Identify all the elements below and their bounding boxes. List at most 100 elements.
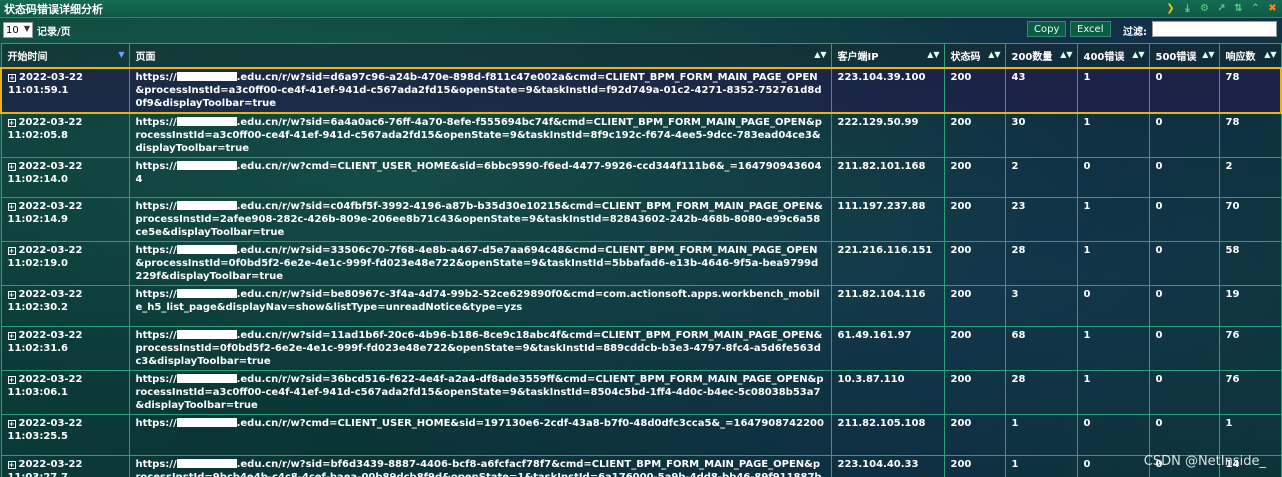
sort-icon: ▲▼ bbox=[1060, 50, 1073, 59]
redacted-host bbox=[176, 245, 237, 255]
expand-icon[interactable]: + bbox=[7, 118, 16, 127]
cell-page-url: https://.edu.cn/r/w?cmd=CLIENT_USER_HOME… bbox=[128, 156, 832, 199]
table-row[interactable]: +2022-03-22 11:02:14.9 https://.edu.cn/r/w… bbox=[0, 197, 1282, 243]
line-chart-icon[interactable]: ↗ bbox=[1216, 2, 1227, 14]
cell-status-code: 200 bbox=[943, 285, 1006, 327]
cell-response-count: 76 bbox=[1218, 325, 1282, 371]
table-row[interactable]: +2022-03-22 11:02:19.0 https://.edu.cn/r/w… bbox=[0, 241, 1282, 287]
cell-status-code: 200 bbox=[943, 369, 1006, 415]
excel-button[interactable]: Excel bbox=[1070, 21, 1111, 37]
collapse-icon[interactable]: ⌃ bbox=[1250, 2, 1261, 14]
redacted-host bbox=[176, 71, 237, 81]
cell-500-errors: 0 bbox=[1148, 325, 1220, 371]
expand-icon[interactable]: + bbox=[7, 460, 16, 469]
cell-500-errors: 0 bbox=[1148, 197, 1220, 243]
cell-start-time: +2022-03-22 11:02:31.6 bbox=[0, 325, 130, 371]
cell-status-code: 200 bbox=[943, 112, 1006, 158]
expand-icon[interactable]: + bbox=[7, 331, 16, 340]
cell-start-time: +2022-03-22 11:02:14.0 bbox=[0, 156, 130, 199]
page-size-value: 10 bbox=[6, 24, 19, 36]
cell-start-time: +2022-03-22 11:02:05.8 bbox=[0, 112, 130, 158]
cell-start-time: +2022-03-22 11:02:19.0 bbox=[0, 241, 130, 287]
column-header-page[interactable]: 页面 ▲▼ bbox=[128, 43, 832, 68]
watermark: CSDN @NetInside_ bbox=[1143, 454, 1266, 469]
table-row[interactable]: +2022-03-22 11:03:25.5 https://.edu.cn/r/w… bbox=[0, 413, 1282, 456]
cell-200-count: 28 bbox=[1004, 241, 1078, 287]
table-row[interactable]: +2022-03-22 11:02:05.8 https://.edu.cn/r/w… bbox=[0, 112, 1282, 158]
settings-icon[interactable]: ⚙ bbox=[1199, 2, 1210, 14]
chevron-right-icon[interactable]: ❯ bbox=[1165, 2, 1176, 14]
cell-client-ip: 10.3.87.110 bbox=[830, 369, 945, 415]
expand-icon[interactable]: + bbox=[7, 419, 16, 428]
table-row[interactable]: +2022-03-22 11:03:06.1 https://.edu.cn/r/w… bbox=[0, 369, 1282, 415]
panel-tools: ❯ ⤓ ⚙ ↗ ⇅ ⌃ ✖ bbox=[1165, 2, 1278, 14]
filter-input[interactable] bbox=[1152, 21, 1277, 37]
sort-icon: ▲▼ bbox=[1132, 50, 1145, 59]
redacted-host bbox=[176, 329, 237, 339]
column-header-200-count[interactable]: 200数量 ▲▼ bbox=[1004, 43, 1078, 68]
cell-status-code: 200 bbox=[943, 197, 1006, 243]
cell-500-errors: 0 bbox=[1148, 285, 1220, 327]
cell-client-ip: 211.82.101.168 bbox=[830, 156, 945, 199]
cell-400-errors: 1 bbox=[1076, 112, 1150, 158]
filter-label: 过滤: bbox=[1123, 27, 1147, 38]
page-size-label: 记录/页 bbox=[37, 26, 71, 38]
cell-client-ip: 211.82.105.108 bbox=[830, 413, 945, 456]
cell-200-count: 30 bbox=[1004, 112, 1078, 158]
cell-400-errors: 1 bbox=[1076, 369, 1150, 415]
cell-response-count: 19 bbox=[1218, 285, 1282, 327]
table-row[interactable]: +2022-03-2211:03:27.7https://.edu.cn/r/w… bbox=[0, 454, 1282, 477]
cell-client-ip: 223.104.39.100 bbox=[830, 66, 945, 114]
expand-icon[interactable]: + bbox=[7, 203, 16, 212]
cell-page-url: https://.edu.cn/r/w?sid=33506c70-7f68-4e… bbox=[128, 241, 832, 287]
cell-response-count: 76 bbox=[1218, 369, 1282, 415]
close-icon[interactable]: ✖ bbox=[1267, 2, 1278, 14]
column-header-start-time[interactable]: 开始时间 ▼ bbox=[0, 43, 130, 68]
cell-start-time: +2022-03-22 11:03:06.1 bbox=[0, 369, 130, 415]
expand-icon[interactable]: + bbox=[7, 247, 16, 256]
sort-icon: ▲▼ bbox=[814, 50, 827, 59]
column-header-response-count[interactable]: 响应数 ▲▼ bbox=[1218, 43, 1282, 68]
table-body: +2022-03-22 11:01:59.1 https://.edu.cn/r/w… bbox=[0, 66, 1282, 477]
column-header-500-errors[interactable]: 500错误 ▲▼ bbox=[1148, 43, 1220, 68]
cell-200-count: 1 bbox=[1004, 454, 1078, 477]
expand-icon[interactable]: + bbox=[7, 375, 16, 384]
redacted-host bbox=[176, 160, 237, 170]
redacted-host bbox=[176, 417, 237, 427]
expand-icon[interactable]: + bbox=[7, 291, 16, 300]
table-row[interactable]: +2022-03-22 11:01:59.1 https://.edu.cn/r/w… bbox=[0, 66, 1282, 114]
table-row[interactable]: +2022-03-22 11:02:30.2 https://.edu.cn/r/w… bbox=[0, 285, 1282, 327]
column-header-client-ip[interactable]: 客户端IP ▲▼ bbox=[830, 43, 945, 68]
copy-button[interactable]: Copy bbox=[1027, 21, 1067, 37]
table-row[interactable]: +2022-03-22 11:02:31.6 https://.edu.cn/r/w… bbox=[0, 325, 1282, 371]
sort-icon[interactable]: ⇅ bbox=[1233, 2, 1244, 14]
cell-200-count: 1 bbox=[1004, 413, 1078, 456]
panel-title: 状态码错误详细分析 bbox=[4, 2, 103, 16]
cell-page-url: https://.edu.cn/r/w?sid=d6a97c96-a24b-47… bbox=[128, 66, 832, 114]
cell-client-ip: 222.129.50.99 bbox=[830, 112, 945, 158]
cell-response-count: 2 bbox=[1218, 156, 1282, 199]
sort-icon: ▲▼ bbox=[988, 50, 1001, 59]
chevron-down-icon: ▼ bbox=[23, 24, 30, 33]
column-header-400-errors[interactable]: 400错误 ▲▼ bbox=[1076, 43, 1150, 68]
cell-response-count: 78 bbox=[1218, 66, 1282, 114]
column-header-status-code[interactable]: 状态码 ▲▼ bbox=[943, 43, 1006, 68]
cell-500-errors: 0 bbox=[1148, 369, 1220, 415]
cell-response-count: 70 bbox=[1218, 197, 1282, 243]
page-size-select[interactable]: 10 ▼ bbox=[3, 22, 33, 38]
cell-client-ip: 111.197.237.88 bbox=[830, 197, 945, 243]
cell-500-errors: 0 bbox=[1148, 66, 1220, 114]
table-row[interactable]: +2022-03-22 11:02:14.0 https://.edu.cn/r/w… bbox=[0, 156, 1282, 199]
expand-icon[interactable]: + bbox=[8, 73, 16, 82]
cell-response-count: 78 bbox=[1218, 112, 1282, 158]
cell-500-errors: 0 bbox=[1148, 413, 1220, 456]
cell-500-errors: 0 bbox=[1148, 112, 1220, 158]
download-icon[interactable]: ⤓ bbox=[1182, 2, 1193, 14]
sort-icon: ▲▼ bbox=[1202, 50, 1215, 59]
expand-icon[interactable]: + bbox=[7, 162, 16, 171]
sort-desc-icon: ▼ bbox=[118, 50, 125, 59]
cell-start-time: +2022-03-22 11:03:25.5 bbox=[0, 413, 130, 456]
status-code-table: 开始时间 ▼ 页面 ▲▼ 客户端IP ▲▼ 状态码 ▲▼ 200数量 ▲▼ 400错误 ▲▼… bbox=[0, 43, 1282, 477]
cell-status-code: 200 bbox=[943, 454, 1006, 477]
cell-client-ip: 61.49.161.97 bbox=[830, 325, 945, 371]
